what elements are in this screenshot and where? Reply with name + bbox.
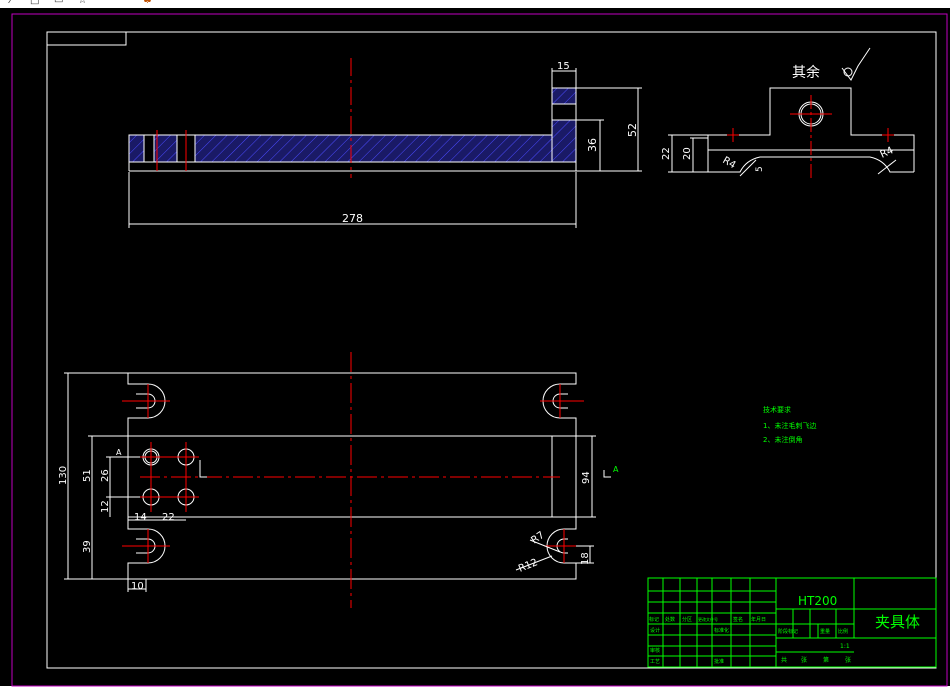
label-review: 审核 — [650, 647, 660, 654]
dim-12: 12 — [100, 500, 111, 513]
notes-line-1: 1、未注毛刺飞边 — [763, 421, 816, 430]
side-view: 其余 22 20 R4 R4 5 — [661, 47, 915, 180]
radius-r12: R12 — [517, 557, 539, 575]
dim-22-side: 22 — [661, 147, 672, 160]
material: HT200 — [798, 594, 837, 608]
roughness-label: 其余 — [792, 64, 820, 81]
label-stage: 阶段标记 — [778, 628, 798, 635]
sheet-total-suffix: 张 — [801, 656, 807, 664]
label-design: 设计 — [650, 627, 660, 634]
technical-notes: 技术要求 1、未注毛刺飞边 2、未注倒角 — [763, 405, 816, 444]
dim-15: 15 — [557, 61, 570, 72]
dim-14: 14 — [134, 512, 147, 523]
radius-r4-right: R4 — [879, 145, 896, 161]
drawing-frame — [46, 31, 937, 669]
notes-line-2: 2、未注倒角 — [763, 435, 802, 444]
dim-20-side: 20 — [682, 147, 693, 160]
dim-18: 18 — [580, 552, 591, 565]
plan-view: A A 130 51 39 26 12 14 22 10 94 18 R7 R1… — [58, 352, 619, 608]
part-name: 夹具体 — [875, 613, 920, 631]
dim-52: 52 — [626, 123, 639, 137]
dim-278: 278 — [342, 212, 363, 225]
top-view: 278 15 36 52 — [128, 58, 642, 228]
viewport-border — [11, 13, 948, 687]
dim-26: 26 — [100, 469, 111, 482]
label-process: 工艺 — [650, 659, 660, 665]
label-weight: 重量 — [820, 628, 830, 635]
dim-39: 39 — [82, 540, 93, 553]
dim-22-plan: 22 — [162, 512, 175, 523]
title-block-text: HT200 夹具体 标记 处数 分区 更改文件号 签名 年月日 设计 标准化 审… — [649, 594, 920, 665]
sheet-index-suffix: 张 — [845, 656, 851, 664]
section-a-right: A — [613, 465, 619, 474]
dim-51: 51 — [82, 469, 93, 482]
sheet-index-prefix: 第 — [823, 656, 829, 664]
label-standardization: 标准化 — [714, 627, 729, 634]
header-mark: 标记 — [649, 616, 659, 623]
scale-value: 1:1 — [840, 643, 850, 650]
header-sign: 签名 — [733, 616, 743, 623]
dim-130: 130 — [58, 466, 69, 485]
sheet-total-prefix: 共 — [781, 656, 787, 664]
header-change-doc: 更改文件号 — [698, 616, 718, 622]
section-a-left: A — [116, 448, 122, 457]
cad-drawing[interactable]: 278 15 36 52 其余 22 20 R4 R4 5 A A 130 51… — [0, 0, 950, 693]
radius-r4-left: R4 — [721, 155, 738, 171]
label-approve: 批准 — [714, 658, 724, 665]
dim-94: 94 — [581, 471, 592, 484]
dim-10: 10 — [131, 581, 144, 592]
header-count: 处数 — [665, 616, 675, 623]
dim-5: 5 — [755, 166, 765, 172]
header-zone: 分区 — [682, 616, 692, 623]
dim-36: 36 — [586, 138, 599, 152]
header-date: 年月日 — [751, 616, 766, 623]
notes-title: 技术要求 — [763, 405, 791, 414]
radius-r7: R7 — [529, 530, 546, 547]
label-scale: 比例 — [838, 628, 848, 635]
frame-corner-tab — [47, 32, 127, 46]
